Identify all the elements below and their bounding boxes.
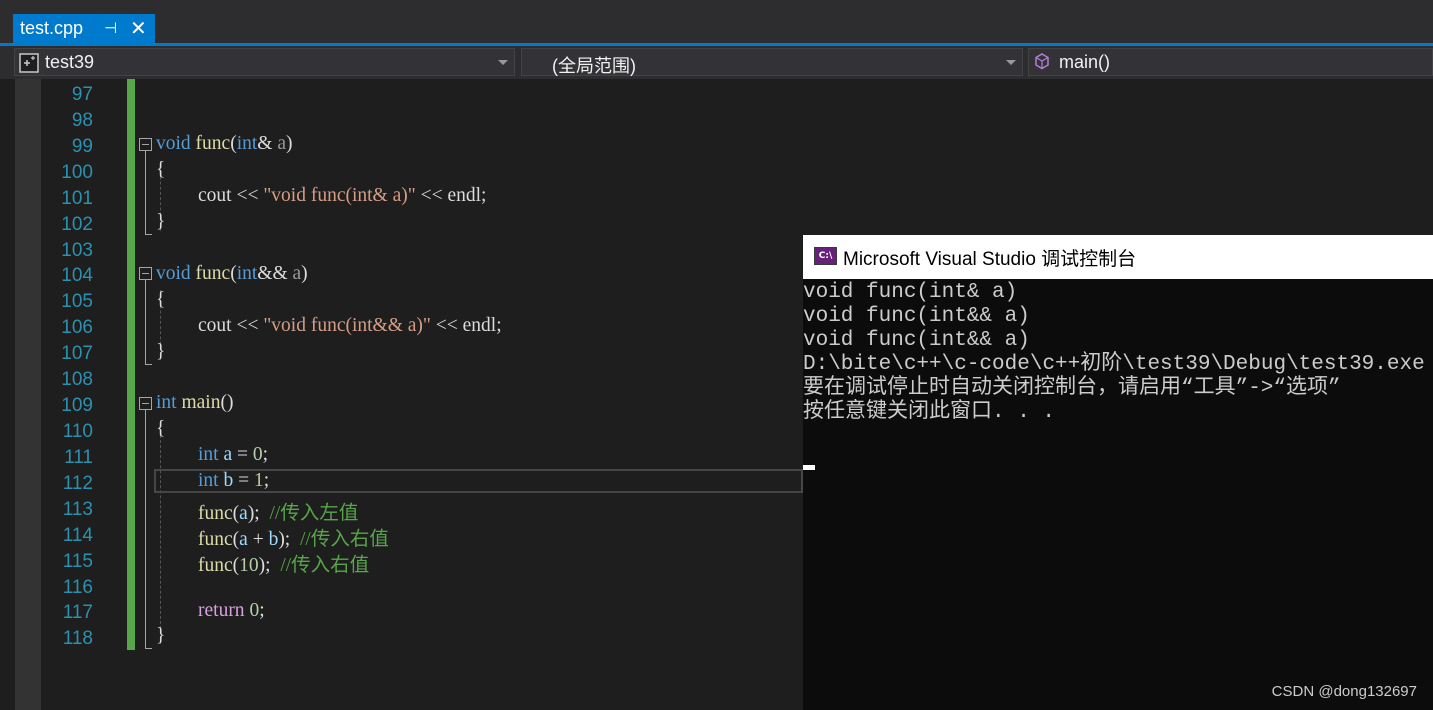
project-dropdown[interactable]: test39	[14, 48, 515, 76]
line-number: 102	[61, 214, 93, 235]
line-number: 105	[61, 291, 93, 312]
line-number: 98	[71, 110, 93, 131]
code-line-110: {	[156, 418, 166, 439]
console-title: Microsoft Visual Studio 调试控制台	[843, 249, 1137, 270]
close-icon[interactable]: ✕	[130, 16, 147, 40]
code-line-104: void func(int&& a)	[156, 263, 308, 284]
outline-end	[145, 234, 152, 235]
line-number: 118	[62, 628, 93, 649]
outline-line	[145, 410, 146, 648]
document-tab-strip: test.cpp ⊣ ✕	[0, 0, 1433, 43]
line-number: 100	[61, 162, 93, 183]
collapse-func-lvalue-button[interactable]	[139, 138, 152, 151]
outline-end	[145, 648, 152, 649]
change-tracking-bar	[127, 79, 135, 650]
line-number: 110	[62, 421, 93, 442]
code-line-109: int main()	[156, 392, 234, 413]
code-line-101: cout << "void func(int& a)" << endl;	[198, 185, 487, 206]
code-line-99: void func(int& a)	[156, 133, 293, 154]
console-line: void func(int&& a)	[803, 305, 1030, 328]
code-line-117: return 0;	[198, 600, 265, 621]
line-number: 108	[61, 369, 93, 390]
code-line-105: {	[156, 289, 166, 310]
chevron-down-icon	[1006, 60, 1016, 65]
console-line: void func(int& a)	[803, 281, 1018, 304]
code-line-113: func(a); //传入左值	[198, 503, 359, 524]
line-number: 113	[62, 499, 93, 520]
code-line-111: int a = 0;	[198, 444, 269, 465]
code-line-115: func(10); //传入右值	[198, 555, 370, 576]
code-line-107: }	[156, 341, 166, 362]
collapse-main-button[interactable]	[139, 397, 152, 410]
tab-test-cpp[interactable]: test.cpp ⊣ ✕	[13, 14, 155, 43]
console-line: void func(int&& a)	[803, 329, 1030, 352]
code-line-118: }	[156, 625, 166, 646]
navigation-bar: test39 (全局范围) main()	[0, 46, 1433, 79]
scope-dropdown[interactable]: (全局范围)	[521, 48, 1023, 76]
project-icon	[19, 53, 39, 73]
console-line: D:\bite\c++\c-code\c++初阶\test39\Debug\te…	[803, 353, 1433, 376]
console-line: 要在调试停止时自动关闭控制台，请启用“工具”->“选项”	[803, 377, 1341, 400]
line-number: 115	[62, 551, 93, 572]
line-number: 106	[61, 317, 93, 338]
line-number: 101	[61, 188, 93, 209]
tab-label: test.cpp	[20, 18, 84, 38]
line-number: 114	[62, 525, 93, 546]
glyph-margin[interactable]	[15, 79, 41, 710]
line-number: 107	[61, 343, 93, 364]
code-line-102: }	[156, 211, 166, 232]
outline-line	[145, 151, 146, 234]
console-line: 按任意键关闭此窗口. . .	[803, 401, 1056, 424]
member-dropdown[interactable]: main()	[1028, 48, 1433, 76]
line-number: 104	[61, 265, 93, 286]
code-line-112: int b = 1;	[198, 470, 270, 491]
method-cube-icon	[1035, 53, 1049, 70]
code-line-106: cout << "void func(int&& a)" << endl;	[198, 315, 502, 336]
member-label: main()	[1059, 52, 1111, 72]
code-line-114: func(a + b); //传入右值	[198, 529, 389, 550]
chevron-down-icon	[498, 60, 508, 65]
pin-icon[interactable]: ⊣	[104, 19, 117, 37]
scope-label: (全局范围)	[552, 56, 636, 76]
csdn-watermark: CSDN @dong132697	[1271, 683, 1417, 700]
outline-end	[145, 364, 152, 365]
line-number: 111	[64, 447, 93, 468]
line-number: 99	[71, 136, 93, 157]
line-number: 109	[61, 395, 93, 416]
line-number: 116	[62, 577, 93, 598]
console-output[interactable]: void func(int& a) void func(int&& a) void …	[803, 281, 1433, 425]
console-title-bar[interactable]: C:\ Microsoft Visual Studio 调试控制台	[803, 235, 1433, 279]
console-app-icon: C:\	[814, 247, 837, 265]
debug-console-window[interactable]: C:\ Microsoft Visual Studio 调试控制台 void f…	[803, 235, 1433, 710]
line-number: 103	[61, 240, 93, 261]
collapse-func-rvalue-button[interactable]	[139, 267, 152, 280]
project-label: test39	[45, 52, 95, 72]
code-line-100: {	[156, 159, 166, 180]
line-number: 112	[62, 473, 93, 494]
line-number: 117	[62, 602, 93, 623]
outline-line	[145, 280, 146, 364]
console-cursor	[803, 465, 815, 470]
line-number: 97	[71, 84, 93, 105]
indent-guide	[160, 420, 161, 644]
